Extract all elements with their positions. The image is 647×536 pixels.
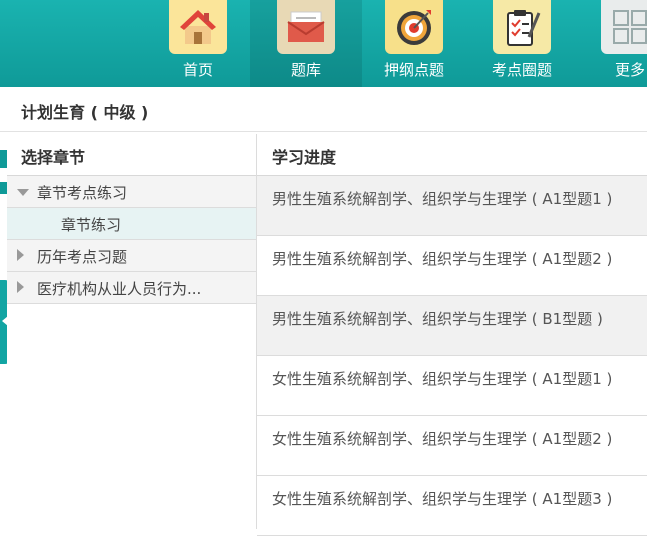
nav-item-question-bank[interactable]: 题库 — [250, 0, 362, 87]
list-item-label: 男性生殖系统解剖学、组织学与生理学 ( A1型题2 ) — [272, 250, 613, 268]
list-item[interactable]: 女性生殖系统解剖学、组织学与生理学 ( A1型题1 ) — [257, 356, 647, 416]
list-item[interactable]: 男性生殖系统解剖学、组织学与生理学 ( B1型题 ) — [257, 296, 647, 356]
nav-label-home: 首页 — [182, 61, 213, 79]
chapter-panel-header: 选择章节 — [7, 134, 256, 176]
list-item-label: 女性生殖系统解剖学、组织学与生理学 ( A1型题1 ) — [272, 370, 613, 388]
nav-label-more: 更多 — [614, 61, 645, 79]
study-progress-panel: 学习进度 男性生殖系统解剖学、组织学与生理学 ( A1型题1 ) 男性生殖系统解… — [257, 134, 647, 536]
nav-label-key-points: 押纲点题 — [383, 61, 444, 79]
list-item[interactable]: 男性生殖系统解剖学、组织学与生理学 ( A1型题1 ) — [257, 176, 647, 236]
tree-item-label: 历年考点习题 — [37, 248, 128, 266]
tree-item-medical-staff-conduct[interactable]: 医疗机构从业人员行为... — [7, 272, 256, 304]
envelope-icon — [277, 0, 335, 54]
chapter-selection-panel: 选择章节 章节考点练习 章节练习 历年考点习题 医疗机构从业人员行为... — [7, 134, 257, 529]
page-title: 计划生育 ( 中级 ) — [21, 103, 149, 122]
nav-item-home[interactable]: 首页 — [142, 0, 254, 87]
caret-down-icon — [17, 189, 29, 196]
home-icon — [169, 0, 227, 54]
nav-label-question-bank: 题库 — [290, 61, 321, 79]
caret-right-icon — [17, 249, 24, 261]
target-icon — [385, 0, 443, 54]
tree-child-label: 章节练习 — [61, 216, 122, 234]
tree-child-chapter-exercise[interactable]: 章节练习 — [7, 208, 256, 240]
list-item-label: 女性生殖系统解剖学、组织学与生理学 ( A1型题3 ) — [272, 490, 613, 508]
tree-item-past-exercises[interactable]: 历年考点习题 — [7, 240, 256, 272]
list-item[interactable]: 男性生殖系统解剖学、组织学与生理学 ( A1型题2 ) — [257, 236, 647, 296]
chapter-panel-title: 选择章节 — [21, 148, 86, 167]
list-item[interactable]: 女性生殖系统解剖学、组织学与生理学 ( A1型题2 ) — [257, 416, 647, 476]
top-navigation-bar: 首页 题库 押纲点题 考点圈题 更多 — [0, 0, 647, 87]
caret-right-icon — [17, 281, 24, 293]
progress-panel-header: 学习进度 — [257, 134, 647, 176]
nav-label-exam-focus: 考点圈题 — [491, 61, 552, 79]
list-item[interactable]: 女性生殖系统解剖学、组织学与生理学 ( A1型题3 ) — [257, 476, 647, 536]
list-item-label: 男性生殖系统解剖学、组织学与生理学 ( B1型题 ) — [272, 310, 603, 328]
list-item-label: 女性生殖系统解剖学、组织学与生理学 ( A1型题2 ) — [272, 430, 613, 448]
grid-icon — [601, 0, 647, 54]
progress-panel-title: 学习进度 — [272, 148, 337, 167]
tree-item-chapter-practice[interactable]: 章节考点练习 — [7, 176, 256, 208]
nav-item-key-points[interactable]: 押纲点题 — [358, 0, 470, 87]
clipboard-icon — [493, 0, 551, 54]
list-item-label: 男性生殖系统解剖学、组织学与生理学 ( A1型题1 ) — [272, 190, 613, 208]
nav-item-more[interactable]: 更多 — [574, 0, 647, 87]
nav-item-exam-focus[interactable]: 考点圈题 — [466, 0, 578, 87]
tree-item-label: 章节考点练习 — [37, 184, 128, 202]
page-title-bar: 计划生育 ( 中级 ) — [0, 87, 647, 132]
tree-item-label: 医疗机构从业人员行为... — [37, 280, 202, 298]
